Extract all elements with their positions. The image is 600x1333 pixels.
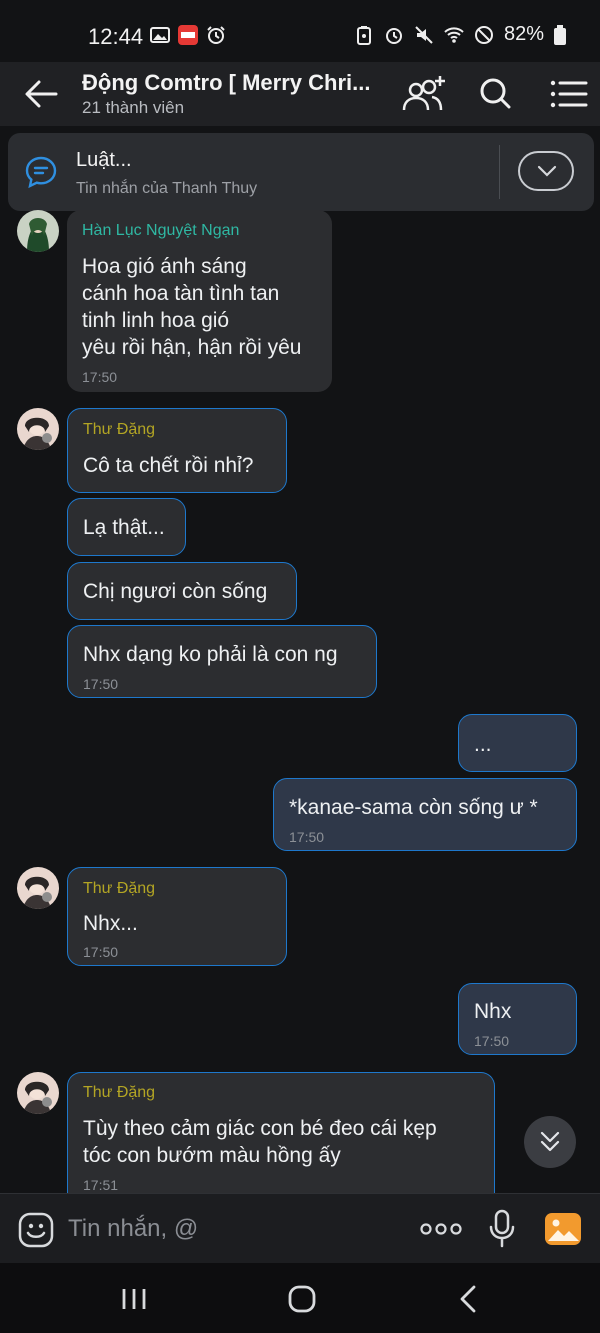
message-text: ...: [474, 733, 492, 756]
message-text: Tùy theo cảm giác con bé đeo cái kẹp: [83, 1117, 437, 1140]
emoji-icon[interactable]: [18, 1212, 54, 1248]
do-not-disturb-icon: [474, 25, 493, 44]
message-text: yêu rồi hận, hận rồi yêu: [82, 336, 302, 359]
message-composer: Tin nhắn, @: [0, 1193, 600, 1264]
home-icon[interactable]: [284, 1283, 320, 1315]
member-count[interactable]: 21 thành viên: [82, 98, 184, 118]
sender-name: Thư Đặng: [83, 1084, 156, 1101]
more-dots-icon[interactable]: [420, 1221, 462, 1237]
message-time: 17:50: [474, 1033, 510, 1049]
battery-percent: 82%: [503, 23, 544, 45]
message-text: Cô ta chết rồi nhỉ?: [83, 454, 254, 477]
pinned-title: Luật...: [76, 149, 132, 171]
message-bubble-outgoing[interactable]: Nhx 17:50: [458, 983, 577, 1055]
chat-header: Động Comtro [ Merry Chri... 21 thành viê…: [0, 62, 600, 126]
expand-pinned-button[interactable]: [518, 151, 574, 191]
sender-name: Thư Đặng: [83, 880, 156, 897]
lock-battery-icon: [356, 25, 371, 45]
double-chevron-down-icon: [540, 1131, 560, 1152]
app-notification-icon: [178, 25, 198, 45]
image-notification-icon: [150, 27, 170, 43]
message-bubble-outgoing[interactable]: ...: [458, 714, 577, 772]
mic-icon[interactable]: [488, 1209, 516, 1249]
message-input[interactable]: Tin nhắn, @: [68, 1215, 198, 1243]
recents-icon[interactable]: [116, 1283, 152, 1315]
message-bubble[interactable]: Thư Đặng Cô ta chết rồi nhỉ?: [67, 408, 287, 493]
scroll-to-bottom-button[interactable]: [524, 1116, 576, 1168]
message-text: cánh hoa tàn tình tan: [82, 282, 280, 305]
message-text: Nhx: [474, 1000, 512, 1023]
message-text: Hoa gió ánh sáng: [82, 255, 247, 278]
avatar[interactable]: [17, 408, 59, 450]
message-time: 17:50: [83, 944, 119, 960]
message-bubble-outgoing[interactable]: *kanae-sama còn sống ư * 17:50: [273, 778, 577, 851]
status-bar: 12:44 82%: [0, 0, 600, 62]
nav-back-icon[interactable]: [452, 1283, 488, 1315]
pinned-message-banner[interactable]: Luật... Tin nhắn của Thanh Thuy: [8, 133, 594, 211]
status-time: 12:44: [88, 24, 144, 49]
chat-bubble-icon: [25, 156, 57, 189]
add-member-icon[interactable]: [402, 74, 446, 114]
alarm-notification-icon: [207, 26, 225, 44]
alarm-icon: [385, 27, 402, 44]
message-text: *kanae-sama còn sống ư *: [289, 796, 538, 819]
message-text: Nhx...: [83, 912, 138, 935]
message-bubble[interactable]: Thư Đặng Tùy theo cảm giác con bé đeo cá…: [67, 1072, 495, 1193]
message-bubble[interactable]: Thư Đặng Nhx... 17:50: [67, 867, 287, 966]
avatar-image: [17, 867, 59, 909]
gallery-icon[interactable]: [544, 1210, 582, 1248]
divider: [499, 145, 500, 199]
search-icon[interactable]: [474, 74, 518, 114]
message-bubble[interactable]: Chị ngươi còn sống: [67, 562, 297, 620]
message-bubble[interactable]: Lạ thật...: [67, 498, 186, 556]
avatar-image: [17, 1072, 59, 1114]
message-text: Chị ngươi còn sống: [83, 580, 268, 603]
message-time: 17:50: [83, 676, 119, 692]
back-arrow-icon[interactable]: [24, 78, 58, 110]
message-text: tóc con bướm màu hồng ấy: [83, 1144, 341, 1167]
sender-name: Hàn Lục Nguyệt Ngạn: [82, 222, 240, 239]
avatar-image: [17, 408, 59, 450]
avatar[interactable]: [17, 867, 59, 909]
pinned-subtitle: Tin nhắn của Thanh Thuy: [76, 180, 258, 197]
wifi-icon: [444, 26, 464, 43]
message-text: Nhx dạng ko phải là con ng: [83, 643, 338, 666]
message-time: 17:50: [82, 369, 118, 385]
message-text: tinh linh hoa gió: [82, 309, 230, 332]
message-text: Lạ thật...: [83, 516, 165, 539]
message-bubble[interactable]: Hàn Lục Nguyệt Ngạn Hoa gió ánh sáng cán…: [67, 210, 332, 392]
message-bubble[interactable]: Nhx dạng ko phải là con ng 17:50: [67, 625, 377, 698]
avatar-image: [17, 210, 59, 252]
system-nav-bar: [0, 1263, 600, 1333]
sender-name: Thư Đặng: [83, 421, 156, 438]
avatar[interactable]: [17, 210, 59, 252]
message-time: 17:50: [289, 829, 325, 845]
chevron-down-icon: [537, 165, 557, 177]
message-time: 17:51: [83, 1177, 119, 1193]
menu-icon[interactable]: [546, 74, 590, 114]
mute-icon: [415, 25, 433, 44]
group-title[interactable]: Động Comtro [ Merry Chri...: [82, 70, 370, 96]
battery-icon: [554, 24, 566, 45]
avatar[interactable]: [17, 1072, 59, 1114]
